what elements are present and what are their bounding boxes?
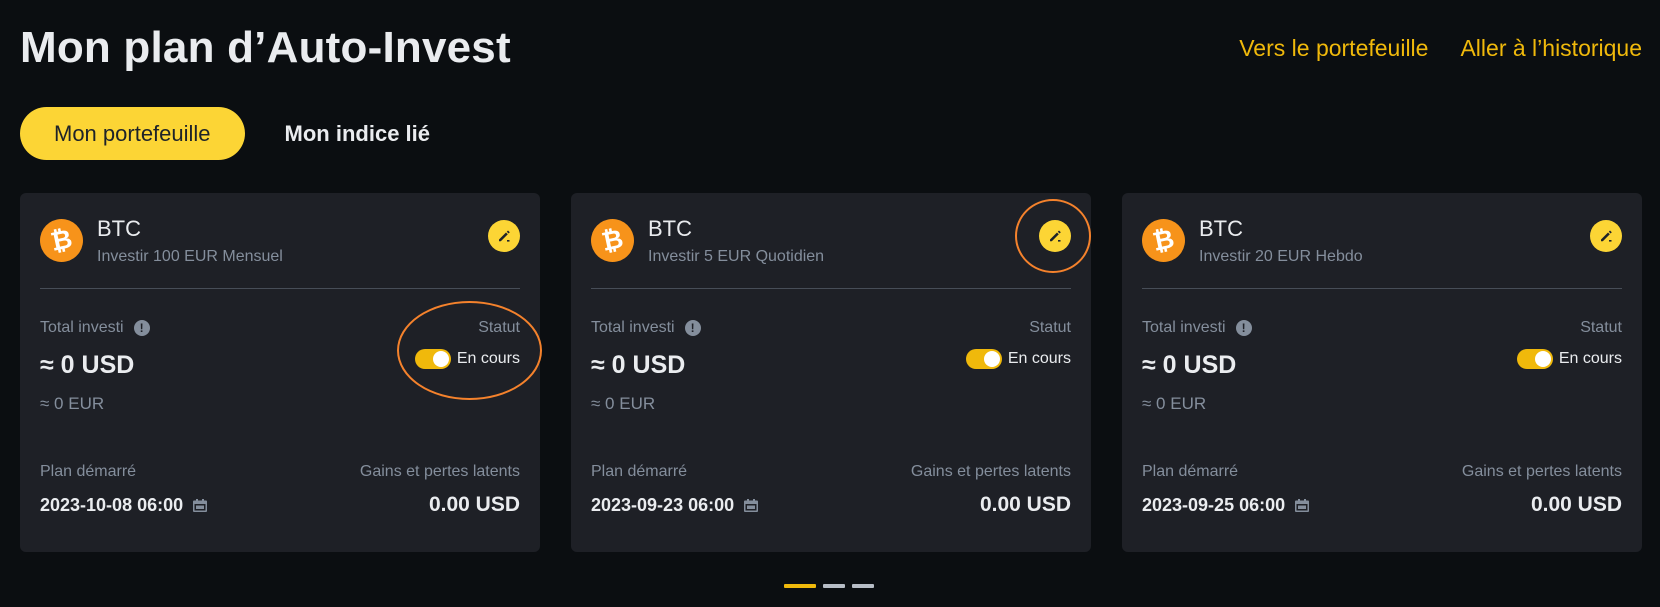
plan-description: Investir 100 EUR Mensuel: [97, 247, 283, 265]
total-invested-label: Total investi !: [1142, 319, 1252, 337]
card-header: ₿ BTC Investir 20 EUR Hebdo: [1137, 193, 1622, 289]
plan-card: ₿ BTC Investir 20 EUR Hebdo Total invest…: [1122, 193, 1642, 552]
status-label: Statut: [478, 319, 520, 336]
edit-plan-button[interactable]: [1590, 220, 1622, 252]
page-header: Mon plan d’Auto-Invest Vers le portefeui…: [20, 18, 1642, 78]
status-toggle[interactable]: [965, 349, 1002, 369]
plan-description: Investir 20 EUR Hebdo: [1199, 247, 1363, 265]
edit-pen-icon: [1050, 230, 1061, 242]
edit-pen-icon: [499, 230, 510, 242]
calendar-icon[interactable]: [193, 499, 208, 512]
total-invested-eur: ≈ 0 EUR: [1142, 394, 1207, 413]
plan-card: ₿ BTC Investir 100 EUR Mensuel Total inv…: [20, 193, 540, 552]
info-icon[interactable]: !: [1235, 320, 1252, 336]
coin-name: BTC: [1199, 215, 1243, 241]
pager-dot-2[interactable]: [823, 584, 845, 588]
unrealized-pnl-value: 0.00 USD: [979, 493, 1071, 516]
total-invested-label: Total investi !: [40, 319, 150, 337]
info-icon[interactable]: !: [684, 320, 701, 336]
total-invested-usd: ≈ 0 USD: [591, 351, 686, 379]
status-label: Statut: [1580, 319, 1622, 336]
tab-bar: Mon portefeuille Mon indice lié: [20, 107, 446, 160]
toggle-knob: [1534, 351, 1551, 367]
bitcoin-icon: ₿: [35, 214, 88, 267]
unrealized-pnl-label: Gains et pertes latents: [1461, 463, 1622, 480]
unrealized-pnl-label: Gains et pertes latents: [910, 463, 1071, 480]
card-header: ₿ BTC Investir 5 EUR Quotidien: [586, 193, 1071, 289]
coin-name: BTC: [648, 215, 692, 241]
status-label: Statut: [1029, 319, 1071, 336]
page-title: Mon plan d’Auto-Invest: [20, 23, 511, 72]
status-toggle[interactable]: [1516, 349, 1553, 369]
plan-start-date: 2023-09-25 06:00: [1142, 495, 1286, 515]
edit-plan-button[interactable]: [488, 220, 520, 252]
toggle-knob: [983, 351, 1000, 367]
plan-started-label: Plan démarré: [1142, 463, 1239, 480]
plan-started-label: Plan démarré: [40, 463, 137, 480]
header-links: Vers le portefeuille Aller à l’historiqu…: [1239, 35, 1642, 62]
plan-card: ₿ BTC Investir 5 EUR Quotidien Total inv…: [571, 193, 1091, 552]
pager-dot-1[interactable]: [784, 584, 816, 588]
total-invested-text: Total investi: [40, 319, 124, 336]
toggle-knob: [432, 351, 449, 367]
total-invested-eur: ≈ 0 EUR: [591, 394, 656, 413]
unrealized-pnl-label: Gains et pertes latents: [359, 463, 520, 480]
tab-my-portfolio[interactable]: Mon portefeuille: [20, 107, 245, 160]
plan-cards: ₿ BTC Investir 100 EUR Mensuel Total inv…: [20, 193, 1642, 552]
total-invested-usd: ≈ 0 USD: [40, 351, 135, 379]
calendar-icon[interactable]: [744, 499, 759, 512]
edit-pen-icon: [1601, 230, 1612, 242]
status-toggle[interactable]: [414, 349, 451, 369]
total-invested-text: Total investi: [591, 319, 675, 336]
total-invested-eur: ≈ 0 EUR: [40, 394, 105, 413]
status-text: En cours: [1007, 350, 1071, 367]
card-header: ₿ BTC Investir 100 EUR Mensuel: [35, 193, 520, 289]
unrealized-pnl-value: 0.00 USD: [428, 493, 520, 516]
info-icon[interactable]: !: [133, 320, 150, 336]
pager-dot-3[interactable]: [852, 584, 874, 588]
bitcoin-icon: ₿: [1137, 214, 1190, 267]
coin-name: BTC: [97, 215, 141, 241]
calendar-icon[interactable]: [1295, 499, 1310, 512]
go-to-wallet-link[interactable]: Vers le portefeuille: [1239, 35, 1428, 62]
plan-start-date: 2023-09-23 06:00: [591, 495, 735, 515]
tab-my-linked-index[interactable]: Mon indice lié: [269, 107, 446, 160]
plan-description: Investir 5 EUR Quotidien: [648, 247, 825, 265]
total-invested-usd: ≈ 0 USD: [1142, 351, 1237, 379]
plan-start-date: 2023-10-08 06:00: [40, 495, 184, 515]
go-to-history-link[interactable]: Aller à l’historique: [1460, 35, 1642, 62]
total-invested-label: Total investi !: [591, 319, 701, 337]
edit-plan-button[interactable]: [1039, 220, 1071, 252]
total-invested-text: Total investi: [1142, 319, 1226, 336]
status-text: En cours: [1558, 350, 1622, 367]
bitcoin-icon: ₿: [586, 214, 639, 267]
plan-started-label: Plan démarré: [591, 463, 688, 480]
status-text: En cours: [456, 350, 520, 367]
unrealized-pnl-value: 0.00 USD: [1530, 493, 1622, 516]
carousel-pager: [784, 584, 874, 588]
